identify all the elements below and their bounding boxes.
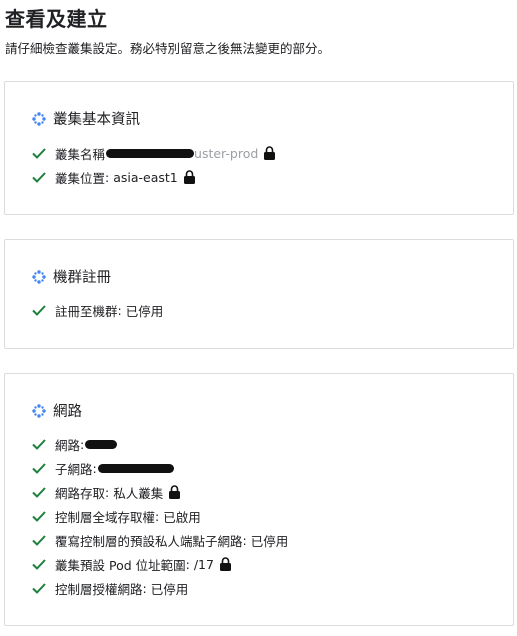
section-networking: 網路 網路 : 子網路 : 網路存取 : 私人叢集 控制層全域存取權 : 已啟用 — [4, 373, 514, 626]
row-separator: : — [155, 508, 164, 524]
check-icon — [32, 439, 46, 450]
check-icon — [32, 559, 46, 570]
row-separator: : — [117, 302, 126, 318]
row-label: 網路 — [55, 437, 81, 453]
row-label: 子網路 — [55, 461, 93, 477]
check-icon — [32, 305, 46, 316]
section-header: 機群註冊 — [31, 266, 111, 287]
section-cluster-basics: 叢集基本資訊 叢集名稱 uster-prod 叢集位置 : asia-east1 — [4, 81, 514, 215]
network-row: 網路 : — [31, 435, 118, 453]
row-separator: : — [92, 460, 97, 476]
row-value: 已停用 — [250, 533, 289, 549]
control-plane-global-access-row: 控制層全域存取權 : 已啟用 — [31, 507, 201, 525]
row-label: 叢集位置 — [55, 170, 106, 186]
cluster-icon — [32, 111, 46, 126]
row-value: 已啟用 — [163, 509, 201, 525]
row-separator: : — [105, 169, 114, 185]
row-separator: : — [185, 556, 194, 572]
page-subtitle: 請仔細檢查叢集設定。務必特別留意之後無法變更的部分。 — [5, 41, 331, 56]
cluster-icon — [32, 403, 46, 418]
authorized-networks-row: 控制層授權網路 : 已停用 — [31, 579, 188, 597]
subnet-row: 子網路 : — [31, 459, 174, 477]
check-icon — [32, 511, 46, 522]
override-endpoint-subnet-row: 覆寫控制層的預設私人端點子網路 : 已停用 — [31, 531, 288, 549]
row-value: 已停用 — [150, 581, 189, 597]
cluster-icon — [32, 269, 46, 284]
section-header: 叢集基本資訊 — [31, 108, 140, 129]
row-value: /17 — [193, 556, 214, 572]
network-access-row: 網路存取 : 私人叢集 — [31, 483, 181, 501]
row-value-tail: uster-prod — [194, 145, 259, 161]
review-and-create-page: 查看及建立 請仔細檢查叢集設定。務必特別留意之後無法變更的部分。 叢集基本資訊 … — [0, 0, 517, 636]
row-separator: : — [80, 436, 85, 452]
register-fleet-row: 註冊至機群 : 已停用 — [31, 301, 163, 319]
row-separator: : — [242, 532, 251, 548]
page-title: 查看及建立 — [5, 7, 108, 31]
cluster-name-row: 叢集名稱 uster-prod — [31, 144, 276, 162]
check-icon — [32, 487, 46, 498]
pod-address-range-row: 叢集預設 Pod 位址範圍 : /17 — [31, 555, 232, 573]
lock-icon — [169, 485, 181, 499]
section-header: 網路 — [31, 400, 82, 421]
row-value: asia-east1 — [113, 169, 178, 185]
row-label: 控制層全域存取權 — [55, 509, 156, 525]
lock-icon — [219, 557, 231, 571]
row-value: 私人叢集 — [113, 485, 164, 501]
redaction-mark — [97, 463, 174, 473]
check-icon — [32, 583, 46, 594]
row-label: 控制層授權網路 — [55, 581, 143, 597]
redaction-mark — [106, 148, 195, 158]
section-title: 機群註冊 — [53, 270, 111, 286]
row-label: 註冊至機群 — [55, 303, 118, 319]
row-label: 網路存取 — [55, 485, 106, 501]
row-separator: : — [105, 484, 114, 500]
row-label: 叢集名稱 — [55, 146, 106, 162]
cluster-location-row: 叢集位置 : asia-east1 — [31, 168, 196, 186]
check-icon — [32, 148, 46, 159]
lock-icon — [264, 146, 276, 160]
row-label: 叢集預設 Pod 位址範圍 — [55, 557, 186, 573]
lock-icon — [183, 170, 195, 184]
check-icon — [32, 172, 46, 183]
row-label: 覆寫控制層的預設私人端點子網路 — [55, 533, 243, 549]
section-fleet-registration: 機群註冊 註冊至機群 : 已停用 — [4, 239, 514, 349]
row-separator: : — [142, 580, 151, 596]
redaction-mark — [85, 439, 118, 449]
check-icon — [32, 463, 46, 474]
check-icon — [32, 535, 46, 546]
row-value: 已停用 — [125, 303, 164, 319]
section-title: 網路 — [53, 404, 82, 420]
section-title: 叢集基本資訊 — [53, 112, 140, 128]
